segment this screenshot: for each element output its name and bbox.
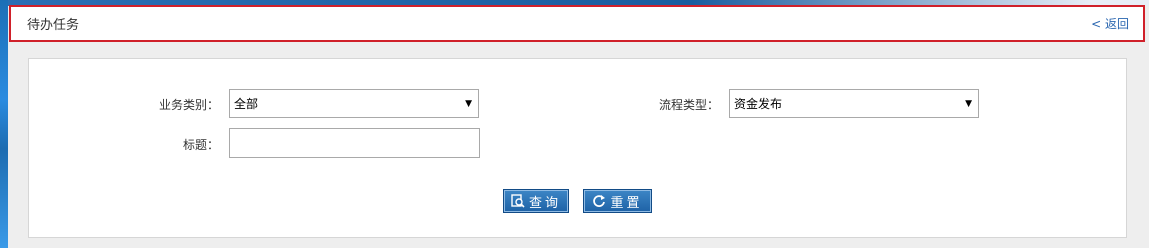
process-type-selected-value: 资金发布 (734, 97, 783, 111)
refresh-icon (593, 195, 606, 207)
business-type-label: 业务类别： (158, 98, 219, 112)
background-window-strip (0, 0, 8, 248)
reset-button[interactable]: 重置 (583, 189, 652, 213)
search-button[interactable]: 查询 (503, 189, 569, 213)
back-link[interactable]: < 返回 (1091, 15, 1129, 32)
reset-button-label: 重置 (610, 195, 643, 211)
process-type-label: 流程类型： (658, 98, 719, 112)
process-type-select[interactable]: 资金发布 ▼ (729, 89, 979, 118)
title-input[interactable] (229, 128, 480, 158)
search-form-panel: 业务类别： 全部 ▼ 流程类型： 资金发布 ▼ 标题： 查询 重置 (28, 58, 1127, 238)
business-type-select[interactable]: 全部 ▼ (229, 89, 479, 118)
page-header: 待办任务 < 返回 (9, 5, 1145, 42)
title-label: 标题： (182, 138, 219, 152)
business-type-selected-value: 全部 (234, 97, 259, 111)
dropdown-arrow-icon: ▼ (965, 98, 972, 109)
search-doc-icon (511, 194, 525, 208)
search-button-label: 查询 (528, 195, 561, 211)
dropdown-arrow-icon: ▼ (465, 98, 472, 109)
page-title: 待办任务 (27, 18, 80, 33)
